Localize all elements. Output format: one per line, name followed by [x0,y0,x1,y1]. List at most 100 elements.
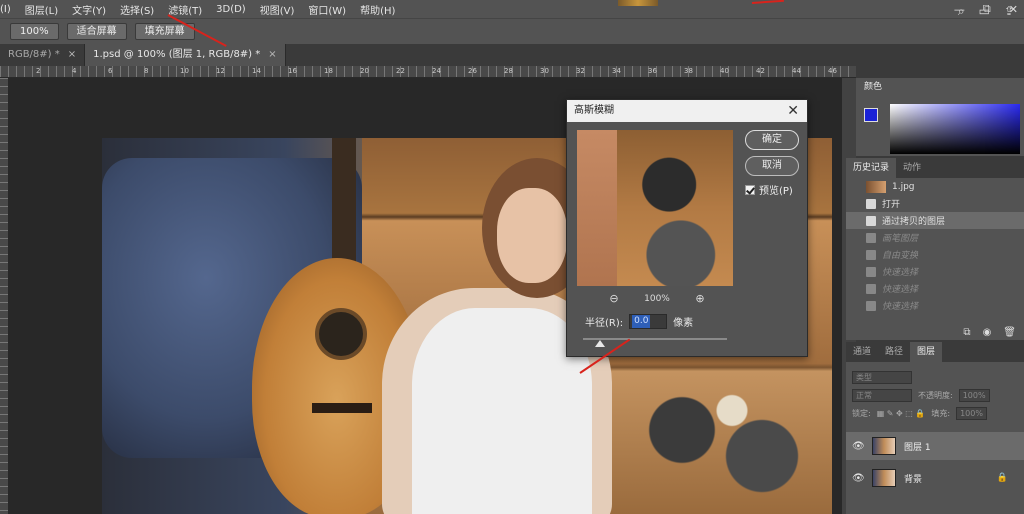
workspace-thumbnail [618,0,658,6]
radius-slider-thumb[interactable] [595,340,606,347]
ok-button[interactable]: 确定 [745,130,799,150]
close-icon[interactable]: ✕ [787,100,799,122]
cancel-button[interactable]: 取消 [745,156,799,176]
layer-row-selected[interactable]: 👁 图层 1 [846,432,1024,460]
camera-icon[interactable]: ◉ [983,327,992,338]
history-label: 快速选择 [882,268,919,278]
zoom-out-icon[interactable]: ⊖ [607,292,621,305]
history-step-icon [866,249,876,260]
layer-name: 背景 [904,474,923,485]
lock-icons[interactable]: ▦ ✎ ✥ ⬚ 🔒 [877,409,926,418]
ruler-number: 10 [180,67,189,75]
history-item[interactable]: 快速选择 [846,280,1024,297]
preview-checkbox-row[interactable]: 预览(P) [745,182,793,197]
fill-label: 填充: [931,408,951,418]
ruler-number: 20 [360,67,369,75]
tab-previous-document[interactable]: RGB/8#) * × [0,44,86,66]
tab-history[interactable]: 历史记录 [846,158,897,178]
history-item[interactable]: 画笔图层 [846,229,1024,246]
ruler-number: 30 [540,67,549,75]
preview-label: 预览(P) [759,186,793,197]
ruler-number: 46 [828,67,837,75]
ruler-number: 14 [252,67,261,75]
share-icon[interactable]: ⇪ [1004,4,1014,19]
layer-row[interactable]: 👁 背景 🔒 [846,464,1024,492]
fill-input[interactable]: 100% [956,406,987,420]
layer-thumbnail [872,437,896,455]
options-bar: 100% 适合屏幕 填充屏幕 [0,18,1024,44]
layer-thumbnail [872,469,896,487]
opacity-input[interactable]: 100% [958,388,990,402]
history-item[interactable]: 快速选择 [846,297,1024,314]
vertical-ruler [0,78,8,514]
tab-1-psd[interactable]: 1.psd @ 100% (图层 1, RGB/8#) * × [85,44,286,66]
history-item[interactable]: 打开 [846,195,1024,212]
eye-icon[interactable]: 👁 [852,441,865,452]
layer-filter-row: 类型 [846,368,1024,386]
history-label: 通过拷贝的图层 [882,217,946,227]
ruler-number: 34 [612,67,621,75]
trash-icon[interactable]: 🗑 [1003,327,1016,338]
blur-preview[interactable] [577,130,733,286]
history-item-selected[interactable]: 通过拷贝的图层 [846,212,1024,229]
ruler-number: 16 [288,67,297,75]
tab-channels[interactable]: 通道 [846,342,878,362]
menu-bar: (I) 图层(L) 文字(Y) 选择(S) 滤镜(T) 3D(D) 视图(V) … [0,0,1024,18]
layer-name: 图层 1 [904,442,931,453]
radius-input[interactable]: 0.0 [629,314,668,329]
ruler-number: 4 [72,67,77,75]
close-tab-icon[interactable]: × [68,49,76,60]
menu-item-3d[interactable]: 3D(D) [209,4,253,15]
history-label: 快速选择 [882,302,919,312]
fit-screen-button[interactable]: 适合屏幕 [66,23,127,40]
radius-label: 半径(R): [585,318,624,329]
eye-icon[interactable]: 👁 [852,473,865,484]
search-icon[interactable]: ⌕ [958,4,965,19]
tab-paths[interactable]: 路径 [878,342,910,362]
tab-actions[interactable]: 动作 [896,158,928,178]
menu-item-window[interactable]: 窗口(W) [301,2,353,17]
menu-item-image[interactable]: (I) [0,4,18,15]
tab-color[interactable]: 颜色 [856,78,890,96]
layer-kind-filter[interactable]: 类型 [852,370,912,384]
dialog-title-bar[interactable]: 高斯模糊 ✕ [567,100,807,122]
menu-item-help[interactable]: 帮助(H) [353,2,402,17]
menu-item-view[interactable]: 视图(V) [253,2,302,17]
ruler-number: 40 [720,67,729,75]
history-item[interactable]: 快速选择 [846,263,1024,280]
foreground-color-swatch[interactable] [864,108,878,122]
menu-item-type[interactable]: 文字(Y) [65,2,113,17]
history-step-icon [866,232,876,243]
history-label: 画笔图层 [882,234,919,244]
tab-label: 1.psd @ 100% (图层 1, RGB/8#) * [93,49,261,60]
history-tabs: 历史记录 动作 [846,158,1024,178]
color-picker-field[interactable] [890,104,1020,154]
document-tab-bar: RGB/8#) * × 1.psd @ 100% (图层 1, RGB/8#) *… [0,44,856,66]
menu-item-layer[interactable]: 图层(L) [18,2,65,17]
ruler-number: 36 [648,67,657,75]
ruler-number: 6 [108,67,113,75]
tab-layers[interactable]: 图层 [910,342,943,362]
zoom-in-icon[interactable]: ⊕ [693,292,707,305]
preview-checkbox[interactable] [745,184,755,195]
new-document-from-state-icon[interactable]: ⧉ [963,327,970,338]
layers-panel: 通道 路径 图层 类型 正常 不透明度: 100% 锁定: ▦ ✎ ✥ ⬚ 🔒 … [846,342,1024,514]
gaussian-blur-dialog: 高斯模糊 ✕ ⊖ 100% ⊕ 确定 取消 预览(P) 半径(R): 0.0 像… [566,99,808,357]
snapshot-thumbnail [866,180,886,193]
blend-row: 正常 不透明度: 100% [846,386,1024,404]
close-tab-icon[interactable]: × [268,49,276,60]
history-snapshot[interactable]: 1.jpg [846,178,1024,195]
lock-label: 锁定: [852,408,871,418]
zoom-100-button[interactable]: 100% [10,23,59,40]
opacity-label: 不透明度: [918,390,953,400]
blend-mode-select[interactable]: 正常 [852,388,912,402]
menu-item-select[interactable]: 选择(S) [113,2,161,17]
ruler-number: 38 [684,67,693,75]
history-item[interactable]: 自由变换 [846,246,1024,263]
workspace-icon[interactable]: ▭ [979,4,990,19]
ruler-number: 18 [324,67,333,75]
history-label: 1.jpg [892,181,915,192]
dialog-title: 高斯模糊 [574,105,614,116]
history-step-icon [866,283,876,294]
preview-zoom-level: 100% [644,293,670,304]
